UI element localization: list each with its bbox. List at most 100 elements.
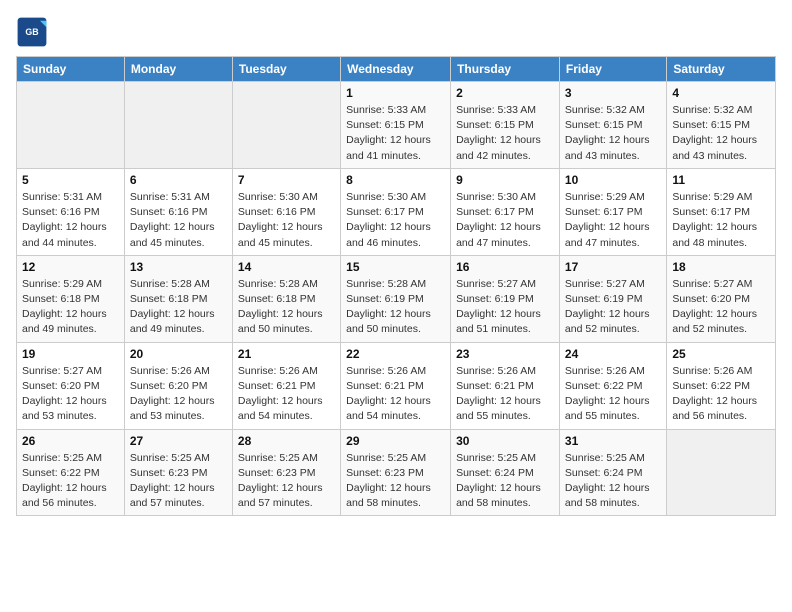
day-number: 25	[672, 347, 770, 361]
day-info: Sunrise: 5:31 AMSunset: 6:16 PMDaylight:…	[22, 190, 119, 251]
weekday-header: Saturday	[667, 57, 776, 82]
day-info: Sunrise: 5:31 AMSunset: 6:16 PMDaylight:…	[130, 190, 227, 251]
day-number: 2	[456, 86, 554, 100]
calendar-cell: 4 Sunrise: 5:32 AMSunset: 6:15 PMDaylight…	[667, 82, 776, 169]
day-info: Sunrise: 5:30 AMSunset: 6:16 PMDaylight:…	[238, 190, 335, 251]
day-info: Sunrise: 5:30 AMSunset: 6:17 PMDaylight:…	[346, 190, 445, 251]
weekday-row: SundayMondayTuesdayWednesdayThursdayFrid…	[17, 57, 776, 82]
calendar-week-row: 5Sunrise: 5:31 AMSunset: 6:16 PMDaylight…	[17, 168, 776, 255]
calendar-cell: 6 Sunrise: 5:31 AMSunset: 6:16 PMDaylight…	[124, 168, 232, 255]
calendar-cell: 3 Sunrise: 5:32 AMSunset: 6:15 PMDaylight…	[559, 82, 666, 169]
day-info: Sunrise: 5:32 AMSunset: 6:15 PMDaylight:…	[672, 103, 770, 164]
logo-icon: GB	[16, 16, 48, 48]
day-number: 26	[22, 434, 119, 448]
day-number: 12	[22, 260, 119, 274]
calendar-cell: 18 Sunrise: 5:27 AMSunset: 6:20 PMDayligh…	[667, 255, 776, 342]
calendar-week-row: 1 Sunrise: 5:33 AMSunset: 6:15 PMDaylight…	[17, 82, 776, 169]
day-info: Sunrise: 5:25 AMSunset: 6:23 PMDaylight:…	[130, 451, 227, 512]
calendar-cell: 2 Sunrise: 5:33 AMSunset: 6:15 PMDaylight…	[451, 82, 560, 169]
calendar-cell: 11 Sunrise: 5:29 AMSunset: 6:17 PMDayligh…	[667, 168, 776, 255]
day-number: 23	[456, 347, 554, 361]
calendar-cell: 5Sunrise: 5:31 AMSunset: 6:16 PMDaylight…	[17, 168, 125, 255]
day-number: 27	[130, 434, 227, 448]
weekday-header: Sunday	[17, 57, 125, 82]
calendar-cell	[124, 82, 232, 169]
day-info: Sunrise: 5:26 AMSunset: 6:20 PMDaylight:…	[130, 364, 227, 425]
calendar-cell: 16Sunrise: 5:27 AMSunset: 6:19 PMDayligh…	[451, 255, 560, 342]
weekday-header: Tuesday	[232, 57, 340, 82]
day-number: 9	[456, 173, 554, 187]
day-number: 31	[565, 434, 661, 448]
calendar-cell: 25 Sunrise: 5:26 AMSunset: 6:22 PMDayligh…	[667, 342, 776, 429]
day-number: 29	[346, 434, 445, 448]
day-number: 10	[565, 173, 661, 187]
weekday-header: Monday	[124, 57, 232, 82]
day-number: 11	[672, 173, 770, 187]
day-number: 19	[22, 347, 119, 361]
day-number: 22	[346, 347, 445, 361]
day-info: Sunrise: 5:33 AMSunset: 6:15 PMDaylight:…	[456, 103, 554, 164]
calendar-cell: 20 Sunrise: 5:26 AMSunset: 6:20 PMDayligh…	[124, 342, 232, 429]
day-info: Sunrise: 5:29 AMSunset: 6:17 PMDaylight:…	[672, 190, 770, 251]
day-info: Sunrise: 5:25 AMSunset: 6:24 PMDaylight:…	[456, 451, 554, 512]
day-info: Sunrise: 5:27 AMSunset: 6:20 PMDaylight:…	[672, 277, 770, 338]
calendar-cell: 10Sunrise: 5:29 AMSunset: 6:17 PMDayligh…	[559, 168, 666, 255]
page-header: GB	[16, 16, 776, 48]
svg-text:GB: GB	[25, 27, 38, 37]
day-info: Sunrise: 5:25 AMSunset: 6:23 PMDaylight:…	[238, 451, 335, 512]
calendar-table: SundayMondayTuesdayWednesdayThursdayFrid…	[16, 56, 776, 516]
day-info: Sunrise: 5:33 AMSunset: 6:15 PMDaylight:…	[346, 103, 445, 164]
day-info: Sunrise: 5:28 AMSunset: 6:19 PMDaylight:…	[346, 277, 445, 338]
day-info: Sunrise: 5:26 AMSunset: 6:22 PMDaylight:…	[672, 364, 770, 425]
day-number: 6	[130, 173, 227, 187]
calendar-cell: 17Sunrise: 5:27 AMSunset: 6:19 PMDayligh…	[559, 255, 666, 342]
calendar-week-row: 26 Sunrise: 5:25 AMSunset: 6:22 PMDayligh…	[17, 429, 776, 516]
day-info: Sunrise: 5:26 AMSunset: 6:21 PMDaylight:…	[238, 364, 335, 425]
day-number: 4	[672, 86, 770, 100]
calendar-cell: 19 Sunrise: 5:27 AMSunset: 6:20 PMDayligh…	[17, 342, 125, 429]
day-info: Sunrise: 5:27 AMSunset: 6:19 PMDaylight:…	[456, 277, 554, 338]
day-info: Sunrise: 5:28 AMSunset: 6:18 PMDaylight:…	[238, 277, 335, 338]
day-number: 15	[346, 260, 445, 274]
calendar-cell: 12Sunrise: 5:29 AMSunset: 6:18 PMDayligh…	[17, 255, 125, 342]
day-info: Sunrise: 5:32 AMSunset: 6:15 PMDaylight:…	[565, 103, 661, 164]
calendar-cell: 8 Sunrise: 5:30 AMSunset: 6:17 PMDaylight…	[341, 168, 451, 255]
day-info: Sunrise: 5:30 AMSunset: 6:17 PMDaylight:…	[456, 190, 554, 251]
calendar-cell: 22 Sunrise: 5:26 AMSunset: 6:21 PMDayligh…	[341, 342, 451, 429]
day-number: 30	[456, 434, 554, 448]
calendar-cell	[17, 82, 125, 169]
day-info: Sunrise: 5:26 AMSunset: 6:21 PMDaylight:…	[456, 364, 554, 425]
day-info: Sunrise: 5:25 AMSunset: 6:23 PMDaylight:…	[346, 451, 445, 512]
calendar-cell: 30 Sunrise: 5:25 AMSunset: 6:24 PMDayligh…	[451, 429, 560, 516]
calendar-cell: 14 Sunrise: 5:28 AMSunset: 6:18 PMDayligh…	[232, 255, 340, 342]
day-number: 7	[238, 173, 335, 187]
weekday-header: Friday	[559, 57, 666, 82]
day-number: 1	[346, 86, 445, 100]
day-number: 24	[565, 347, 661, 361]
calendar-cell: 21Sunrise: 5:26 AMSunset: 6:21 PMDayligh…	[232, 342, 340, 429]
day-number: 20	[130, 347, 227, 361]
day-info: Sunrise: 5:27 AMSunset: 6:20 PMDaylight:…	[22, 364, 119, 425]
day-number: 8	[346, 173, 445, 187]
day-number: 18	[672, 260, 770, 274]
calendar-cell: 31Sunrise: 5:25 AMSunset: 6:24 PMDayligh…	[559, 429, 666, 516]
calendar-cell: 26 Sunrise: 5:25 AMSunset: 6:22 PMDayligh…	[17, 429, 125, 516]
calendar-body: 1 Sunrise: 5:33 AMSunset: 6:15 PMDaylight…	[17, 82, 776, 516]
day-number: 13	[130, 260, 227, 274]
day-info: Sunrise: 5:25 AMSunset: 6:22 PMDaylight:…	[22, 451, 119, 512]
weekday-header: Wednesday	[341, 57, 451, 82]
logo: GB	[16, 16, 52, 48]
calendar-week-row: 19 Sunrise: 5:27 AMSunset: 6:20 PMDayligh…	[17, 342, 776, 429]
calendar-cell	[232, 82, 340, 169]
day-info: Sunrise: 5:26 AMSunset: 6:21 PMDaylight:…	[346, 364, 445, 425]
calendar-cell: 13 Sunrise: 5:28 AMSunset: 6:18 PMDayligh…	[124, 255, 232, 342]
calendar-cell: 28Sunrise: 5:25 AMSunset: 6:23 PMDayligh…	[232, 429, 340, 516]
day-number: 3	[565, 86, 661, 100]
day-info: Sunrise: 5:26 AMSunset: 6:22 PMDaylight:…	[565, 364, 661, 425]
day-info: Sunrise: 5:28 AMSunset: 6:18 PMDaylight:…	[130, 277, 227, 338]
calendar-cell: 15 Sunrise: 5:28 AMSunset: 6:19 PMDayligh…	[341, 255, 451, 342]
calendar-week-row: 12Sunrise: 5:29 AMSunset: 6:18 PMDayligh…	[17, 255, 776, 342]
calendar-cell: 23 Sunrise: 5:26 AMSunset: 6:21 PMDayligh…	[451, 342, 560, 429]
day-number: 14	[238, 260, 335, 274]
calendar-cell	[667, 429, 776, 516]
